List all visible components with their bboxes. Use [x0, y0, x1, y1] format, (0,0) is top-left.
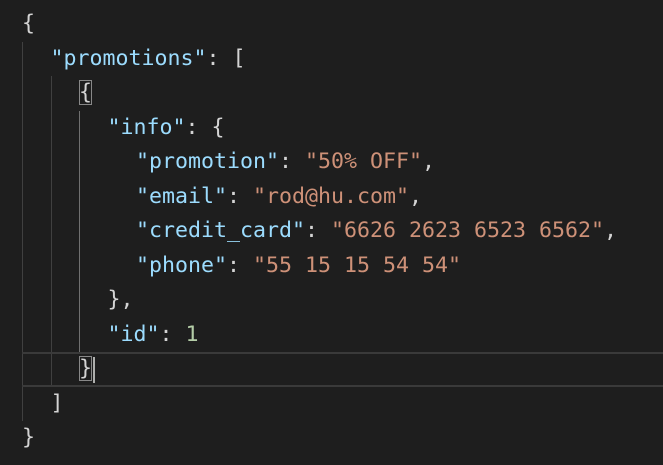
line-content: "phone": "55 15 15 54 54" — [136, 249, 461, 284]
line-content: } — [22, 421, 35, 456]
code-editor[interactable]: {"promotions": [{"info": {"promotion": "… — [0, 0, 663, 465]
code-line[interactable]: ] — [0, 387, 663, 422]
code-line[interactable]: }, — [0, 283, 663, 318]
line-content: "credit_card": "6626 2623 6523 6562", — [136, 214, 617, 249]
code-line[interactable]: "id": 1 — [0, 318, 663, 353]
line-content: "info": { — [108, 111, 225, 146]
line-content: ] — [51, 387, 64, 422]
line-content: "id": 1 — [108, 318, 199, 353]
token-punc: }, — [107, 287, 134, 312]
matched-bracket: { — [79, 80, 93, 105]
token-key: "email" — [136, 183, 228, 209]
token-num: 1 — [185, 321, 199, 347]
line-content: } — [79, 352, 93, 387]
code-line[interactable]: "info": { — [0, 111, 663, 146]
current-code-line[interactable]: } — [22, 352, 663, 387]
token-key: "phone" — [136, 252, 228, 278]
code-line[interactable]: "credit_card": "6626 2623 6523 6562", — [0, 214, 663, 249]
token-punc: : — [279, 149, 306, 174]
token-punc: , — [604, 218, 618, 243]
token-punc: : — [227, 252, 254, 278]
matched-bracket: } — [79, 356, 93, 381]
token-punc: { — [22, 11, 36, 36]
line-content: "promotions": [ — [51, 42, 246, 77]
token-punc: : — [227, 183, 254, 209]
token-str: "6626 2623 6523 6562" — [331, 218, 605, 243]
token-str: "55 15 15 54 54" — [253, 252, 462, 278]
code-line[interactable]: "promotion": "50% OFF", — [0, 145, 663, 180]
token-punc: } — [22, 425, 36, 450]
token-key: "credit_card" — [136, 218, 306, 243]
token-key: "promotions" — [50, 45, 207, 71]
token-punc: , — [409, 183, 423, 209]
code-line[interactable]: } — [0, 421, 663, 456]
token-str: "50% OFF" — [305, 149, 423, 174]
line-content: "email": "rod@hu.com", — [136, 180, 422, 215]
token-punc: : — [305, 218, 332, 243]
code-line[interactable]: "email": "rod@hu.com", — [0, 180, 663, 215]
code-line[interactable]: { — [0, 7, 663, 42]
code-line[interactable]: { — [0, 76, 663, 111]
token-str: "rod@hu.com" — [253, 183, 410, 209]
line-content: }, — [108, 283, 134, 318]
token-punc: , — [422, 149, 436, 174]
token-punc: : [ — [206, 45, 246, 71]
line-content: { — [79, 76, 93, 111]
token-key: "info" — [107, 114, 186, 140]
token-punc: : — [159, 321, 186, 347]
token-key: "id" — [107, 321, 160, 347]
token-punc: ] — [50, 390, 64, 416]
token-punc: : { — [185, 114, 225, 140]
code-line[interactable]: "promotions": [ — [0, 42, 663, 77]
line-content: { — [22, 7, 35, 42]
line-content: "promotion": "50% OFF", — [136, 145, 435, 180]
code-line[interactable]: "phone": "55 15 15 54 54" — [0, 249, 663, 284]
token-key: "promotion" — [136, 149, 280, 174]
text-cursor — [92, 357, 95, 383]
